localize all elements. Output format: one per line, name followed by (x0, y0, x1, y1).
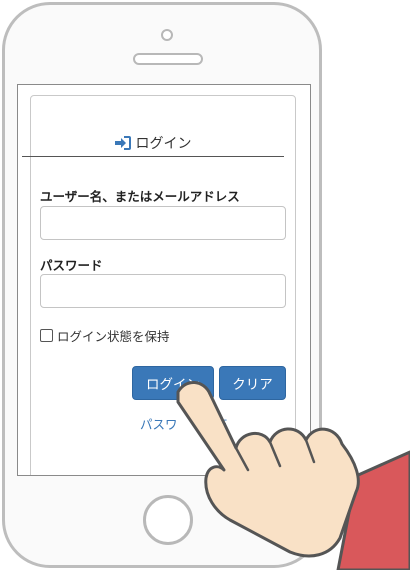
pointing-hand (176, 381, 410, 570)
